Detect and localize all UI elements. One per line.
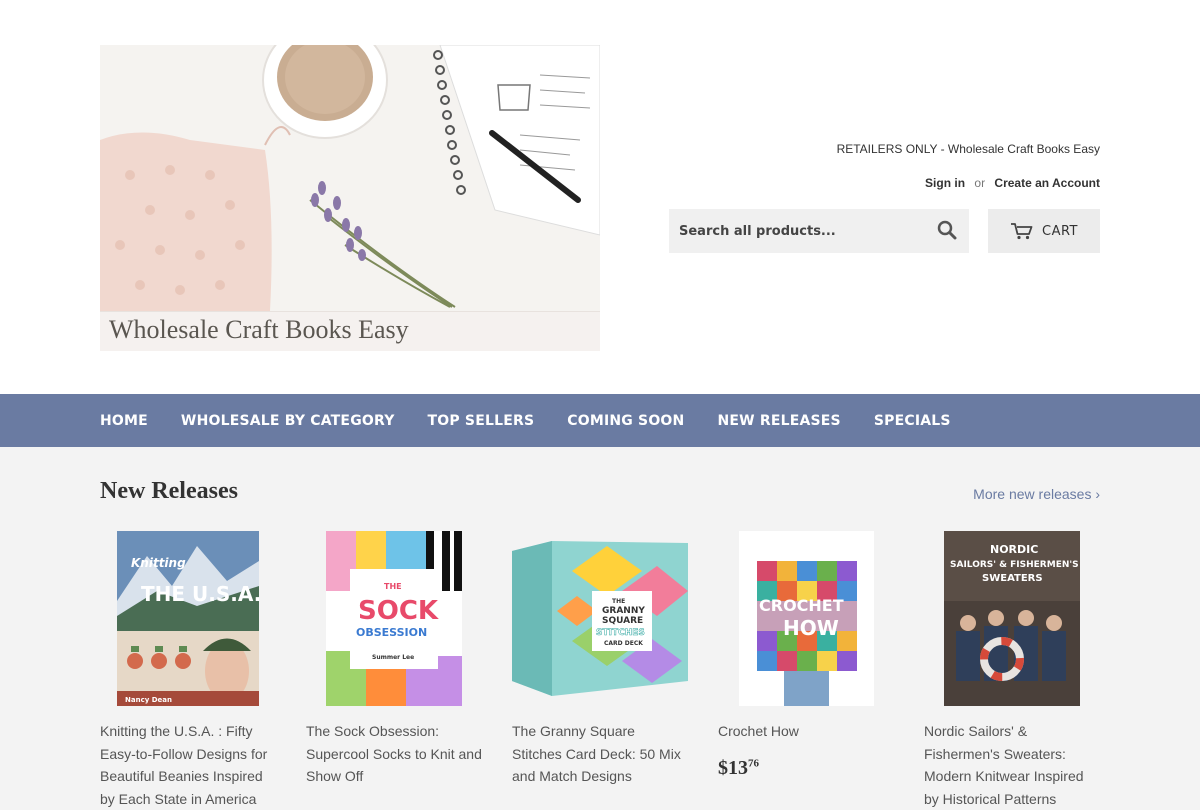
product-title: The Granny Square Stitches Card Deck: 50… [512,723,681,784]
search-form [669,209,969,253]
product-card[interactable]: CROCHET HOW Crochet How $1376 [718,531,894,800]
book-cover-text: Nancy Dean [125,696,172,704]
account-links: Sign in or Create an Account [925,176,1100,190]
search-button[interactable] [925,209,969,253]
book-cover-text: Knitting [131,556,186,570]
section-title: New Releases [100,478,238,504]
product-image: THE GRANNY SQUARE STITCHES CARD DECK [512,531,688,706]
nav-item-home[interactable]: HOME [100,413,148,429]
product-image: Knitting THE U.S.A. Nancy Dean [117,531,259,706]
nav-item-coming-soon[interactable]: COMING SOON [567,413,684,429]
book-cover-text: Summer Lee [372,654,414,661]
nav-item-new-releases[interactable]: NEW RELEASES [717,413,840,429]
book-cover-text: SOCK [358,596,439,626]
product-card[interactable]: NORDIC SAILORS' & FISHERMEN'S SWEATERS N… [924,531,1100,807]
product-title: The Sock Obsession: Supercool Socks to K… [306,723,482,784]
product-image: CROCHET HOW [739,531,874,706]
nav-item-top-sellers[interactable]: TOP SELLERS [428,413,535,429]
book-cover-text: THE U.S.A. [141,582,259,606]
product-image: THE SOCK OBSESSION Summer Lee [326,531,462,706]
book-cover-text: OBSESSION [356,626,427,639]
header-utilities: RETAILERS ONLY - Wholesale Craft Books E… [660,0,1100,394]
logo-text: Wholesale Craft Books Easy [109,315,409,344]
search-input[interactable] [669,209,927,253]
book-cover-text: CROCHET [759,596,844,615]
product-title: Nordic Sailors' & Fishermen's Sweaters: … [924,723,1084,807]
book-cover-text: SQUARE [602,616,643,626]
book-cover-text: HOW [783,616,839,640]
product-card[interactable]: THE GRANNY SQUARE STITCHES CARD DECK The… [512,531,688,800]
product-image: NORDIC SAILORS' & FISHERMEN'S SWEATERS [944,531,1080,706]
more-new-releases-link[interactable]: More new releases › [973,486,1100,502]
price-main: $13 [718,757,748,779]
book-cover-text: STITCHES [596,628,645,638]
product-card[interactable]: THE SOCK OBSESSION Summer Lee The Sock O… [306,531,482,800]
nav-item-wholesale-by-category[interactable]: WHOLESALE BY CATEGORY [181,413,395,429]
retailers-notice: RETAILERS ONLY - Wholesale Craft Books E… [836,142,1100,156]
book-cover-text: THE [384,582,402,591]
main-navigation: HOME WHOLESALE BY CATEGORY TOP SELLERS C… [0,394,1200,447]
create-account-link[interactable]: Create an Account [994,176,1100,190]
product-title: Crochet How [718,723,799,739]
book-cover-text: SWEATERS [982,573,1043,584]
book-cover-text: THE [612,598,625,605]
nav-item-specials[interactable]: SPECIALS [874,413,951,429]
book-cover-text: GRANNY [602,606,645,616]
search-icon [937,220,957,239]
cart-icon [1011,223,1033,240]
logo-caption: Wholesale Craft Books Easy [100,311,600,351]
site-logo[interactable]: Wholesale Craft Books Easy [100,45,600,351]
cart-label: CART [1042,223,1078,239]
book-cover-text: NORDIC [990,543,1038,556]
site-header: Wholesale Craft Books Easy RETAILERS ONL… [0,0,1200,394]
cart-button[interactable]: CART [988,209,1100,253]
book-cover-text: CARD DECK [604,640,643,647]
product-price: $1376 [718,757,759,780]
sign-in-link[interactable]: Sign in [925,176,965,190]
book-cover-text: SAILORS' & FISHERMEN'S [950,560,1079,570]
logo-illustration [100,45,600,311]
logo-photo [100,45,600,311]
product-title: Knitting the U.S.A. : Fifty Easy-to-Foll… [100,723,268,807]
product-grid: Knitting THE U.S.A. Nancy Dean Knitting … [100,531,1100,807]
product-card[interactable]: Knitting THE U.S.A. Nancy Dean Knitting … [100,531,276,807]
or-separator: or [974,176,986,190]
price-cents: 76 [748,757,759,770]
